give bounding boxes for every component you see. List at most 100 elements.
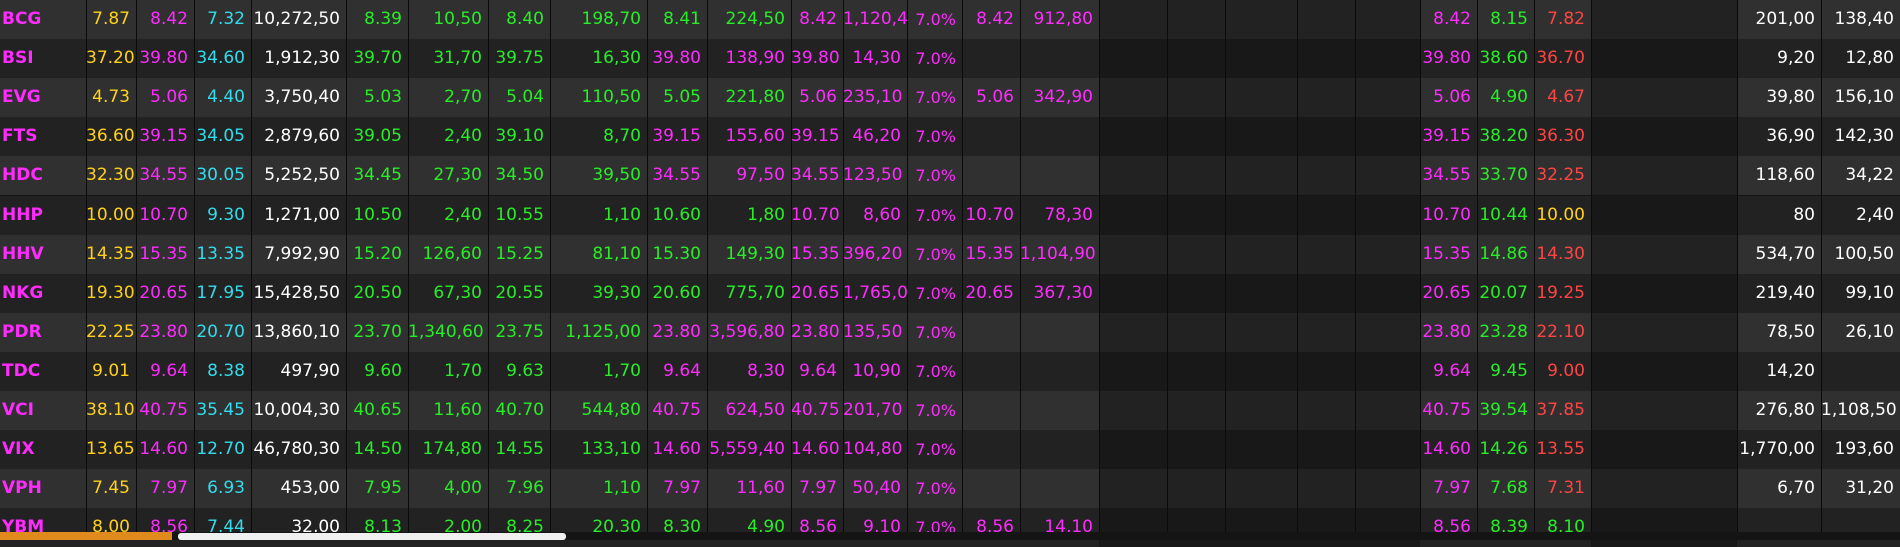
table-cell (1355, 117, 1420, 157)
table-row[interactable]: YBM 8.00 8.56 7.44 32,00 8.13 2,00 8.25 20,30 8.3… (0, 508, 1900, 547)
table-cell: 23.80 (1422, 321, 1471, 342)
stock-symbol[interactable]: PDR (0, 313, 86, 352)
table-cell (1225, 312, 1297, 352)
table-cell: 8.13 (364, 517, 402, 538)
table-cell: 13.35 (196, 243, 245, 264)
table-cell: 67,30 (433, 282, 482, 303)
table-cell: 7.0% (915, 322, 956, 342)
table-cell: 10,50 (433, 9, 482, 29)
stock-symbol[interactable]: TDC (0, 352, 86, 391)
table-row[interactable]: HHV 14.35 15.35 13.35 7,992,90 15.20 126,60 15.… (0, 234, 1900, 274)
stock-symbol[interactable]: HHP (0, 196, 86, 235)
stock-symbol[interactable]: VCI (0, 391, 86, 430)
table-cell: 15.35 (1422, 243, 1471, 264)
table-cell: 78,50 (1766, 321, 1815, 342)
table-row[interactable]: VCI 38.10 40.75 35.45 10,004,30 40.65 11,60 40.… (0, 391, 1900, 430)
table-cell: 7.0% (915, 518, 956, 538)
table-cell (1225, 351, 1297, 391)
stock-symbol[interactable]: BCG (0, 0, 86, 39)
table-cell (1297, 391, 1355, 430)
table-cell: 224,50 (725, 9, 785, 29)
column-divider (1420, 0, 1421, 540)
table-cell: 6,70 (1777, 478, 1815, 499)
table-cell (1225, 508, 1297, 547)
table-cell: 40.75 (791, 400, 840, 420)
table-row[interactable]: FTS 36.60 39.15 34.05 2,879,60 39.05 2,40 39.10… (0, 117, 1900, 157)
table-cell: 35.45 (196, 400, 245, 420)
table-row[interactable]: HDC 32.30 34.55 30.05 5,252,50 34.45 27,30 34.5… (0, 156, 1900, 196)
table-cell (1020, 313, 1099, 352)
column-divider (251, 0, 252, 540)
table-row[interactable]: BSI 37.20 39.80 34.60 1,912,30 39.70 31,70 39.7… (0, 39, 1900, 79)
table-cell (1355, 391, 1420, 430)
table-row[interactable]: EVG 4.73 5.06 4.40 3,750,40 5.03 2,70 5.04 110,5… (0, 78, 1900, 118)
table-cell (1591, 78, 1737, 118)
table-cell: 32.25 (1536, 165, 1585, 186)
table-cell: 19.25 (1536, 282, 1585, 303)
table-cell: 23.70 (353, 321, 402, 342)
table-cell (1355, 156, 1420, 196)
stock-symbol[interactable]: EVG (0, 78, 86, 117)
horizontal-scrollbar-thumb[interactable] (178, 533, 566, 540)
stock-symbol[interactable]: FTS (0, 117, 86, 156)
stock-symbol[interactable]: VPH (0, 469, 86, 508)
table-cell (1821, 352, 1900, 391)
table-cell: 7.68 (1490, 478, 1528, 499)
table-row[interactable]: VPH 7.45 7.97 6.93 453,00 7.95 4,00 7.96 1,10 7.9… (0, 469, 1900, 509)
table-cell (1591, 508, 1737, 547)
table-cell: 13.55 (1536, 439, 1585, 460)
table-cell (1591, 273, 1737, 313)
stock-symbol[interactable]: HDC (0, 156, 86, 195)
table-cell: 201,00 (1755, 9, 1815, 29)
table-cell: 8.39 (1490, 517, 1528, 538)
table-cell (1355, 78, 1420, 118)
table-cell (1591, 469, 1737, 509)
table-cell (1167, 312, 1225, 352)
table-cell (1099, 430, 1167, 470)
table-cell: 39.15 (652, 126, 701, 147)
table-row[interactable]: BCG 7.87 8.42 7.32 10,272,50 8.39 10,50 8.40 198… (0, 0, 1900, 39)
table-cell: 14.86 (1479, 243, 1528, 264)
stock-symbol[interactable]: BSI (0, 39, 86, 78)
table-cell (1225, 391, 1297, 430)
table-cell: 39,50 (592, 165, 641, 186)
table-cell: 123,50 (843, 165, 903, 186)
table-cell (1020, 117, 1099, 156)
table-row[interactable]: NKG 19.30 20.65 17.95 15,428,50 20.50 67,30 20.… (0, 273, 1900, 313)
table-cell (1099, 195, 1167, 235)
table-cell (1099, 234, 1167, 274)
stock-symbol[interactable]: VIX (0, 430, 86, 469)
table-cell: 624,50 (725, 400, 785, 420)
stock-symbol[interactable]: NKG (0, 274, 86, 313)
table-cell: 8.42 (976, 9, 1014, 29)
table-cell: 80 (1793, 204, 1815, 225)
table-row[interactable]: TDC 9.01 9.64 8.38 497,90 9.60 1,70 9.63 1,70 9.6… (0, 351, 1900, 391)
table-cell: 8.10 (1547, 517, 1585, 538)
stock-symbol[interactable]: YBM (0, 508, 86, 547)
column-divider (1099, 0, 1100, 540)
table-cell: 9.45 (1490, 360, 1528, 381)
table-cell: 8.30 (663, 517, 701, 538)
table-cell: 33.70 (1479, 165, 1528, 186)
table-cell (1225, 156, 1297, 196)
table-row[interactable]: PDR 22.25 23.80 20.70 13,860,10 23.70 1,340,60… (0, 312, 1900, 352)
table-row[interactable]: VIX 13.65 14.60 12.70 46,780,30 14.50 174,80 14… (0, 430, 1900, 470)
table-row[interactable]: HHP 10.00 10.70 9.30 1,271,00 10.50 2,40 10.55 1… (0, 195, 1900, 235)
table-cell (1167, 430, 1225, 470)
table-cell: 149,30 (725, 243, 785, 264)
table-cell: 39.05 (353, 126, 402, 147)
table-cell: 14.50 (353, 439, 402, 460)
table-cell: 1,271,00 (264, 204, 340, 225)
table-cell: 23.80 (139, 321, 188, 342)
table-cell (1099, 273, 1167, 313)
stock-symbol[interactable]: HHV (0, 235, 86, 274)
table-cell (1297, 0, 1355, 39)
table-cell: 10.70 (1422, 204, 1471, 225)
table-cell: 198,70 (581, 9, 641, 29)
table-cell: 10.50 (353, 204, 402, 225)
table-cell: 8,30 (747, 360, 785, 381)
table-cell: 1,10 (603, 204, 641, 225)
table-cell (1020, 430, 1099, 469)
table-cell (1167, 39, 1225, 79)
table-cell: 7.0% (915, 361, 956, 381)
